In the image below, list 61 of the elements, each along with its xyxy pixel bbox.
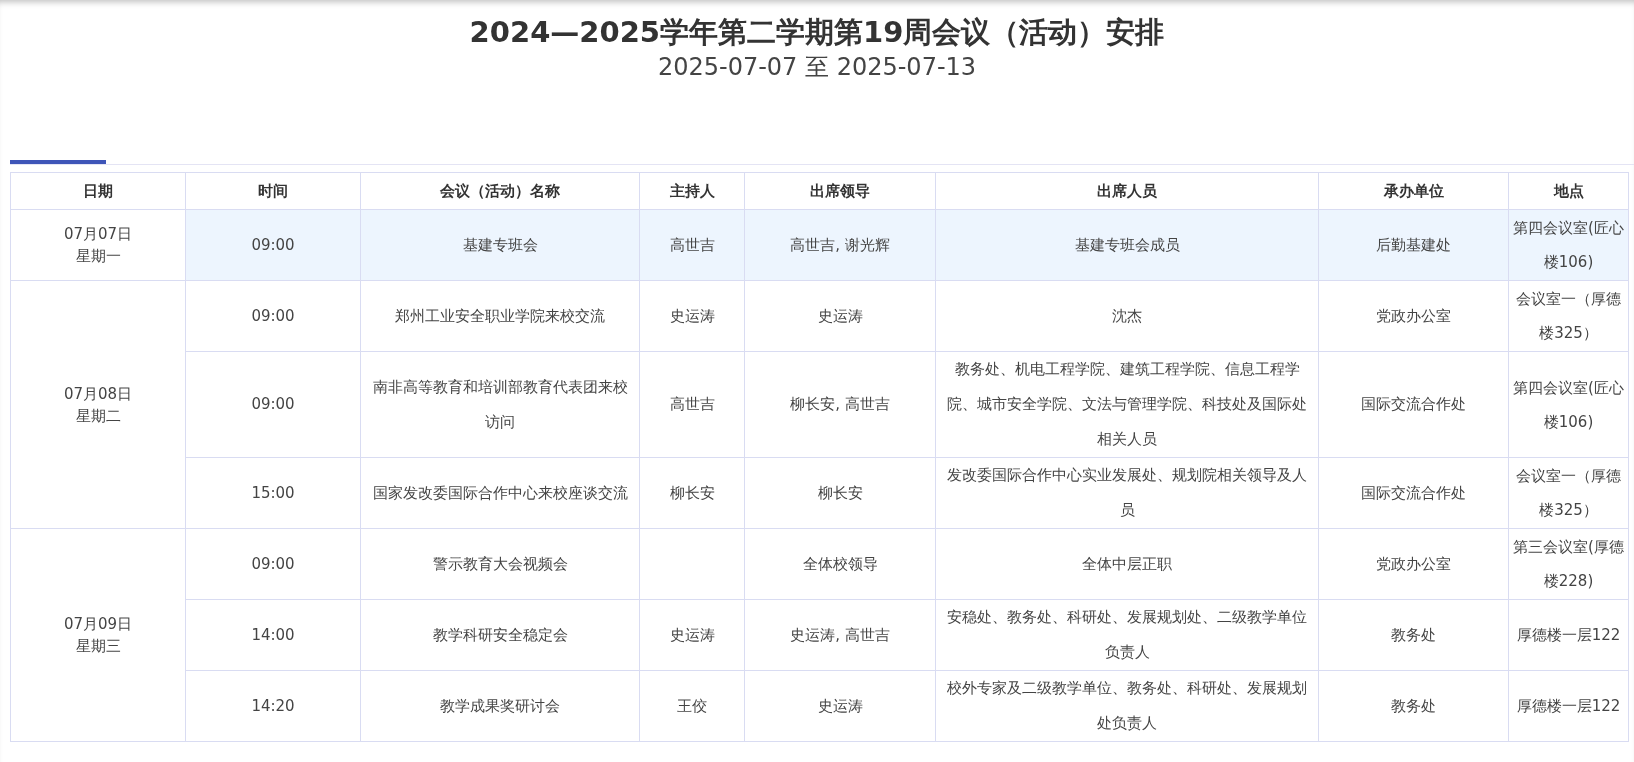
time-cell: 09:00 bbox=[185, 351, 361, 458]
location-cell: 第四会议室(匠心楼106) bbox=[1508, 209, 1629, 281]
meeting-name-cell: 教学成果奖研讨会 bbox=[360, 670, 640, 742]
column-header: 主持人 bbox=[639, 172, 745, 210]
organizer-cell: 国际交流合作处 bbox=[1318, 351, 1509, 458]
location-cell: 厚德楼一层122 bbox=[1508, 599, 1629, 671]
attendees-cell: 全体中层正职 bbox=[935, 528, 1319, 600]
page-title: 2024—2025学年第二学期第19周会议（活动）安排 bbox=[469, 14, 1165, 50]
organizer-cell: 后勤基建处 bbox=[1318, 209, 1509, 281]
date-cell: 07月08日 星期二 bbox=[10, 280, 186, 529]
leaders-cell: 史运涛 bbox=[744, 670, 936, 742]
location-cell: 厚德楼一层122 bbox=[1508, 670, 1629, 742]
host-cell: 高世吉 bbox=[639, 209, 745, 281]
attendees-cell: 安稳处、教务处、科研处、发展规划处、二级教学单位负责人 bbox=[935, 599, 1319, 671]
host-cell: 史运涛 bbox=[639, 280, 745, 352]
location-cell: 第三会议室(厚德楼228) bbox=[1508, 528, 1629, 600]
time-cell: 09:00 bbox=[185, 280, 361, 352]
meeting-name-cell: 南非高等教育和培训部教育代表团来校访问 bbox=[360, 351, 640, 458]
leaders-cell: 史运涛, 高世吉 bbox=[744, 599, 936, 671]
column-header: 地点 bbox=[1508, 172, 1629, 210]
attendees-cell: 校外专家及二级教学单位、教务处、科研处、发展规划处负责人 bbox=[935, 670, 1319, 742]
date-cell: 07月07日 星期一 bbox=[10, 209, 186, 281]
time-cell: 09:00 bbox=[185, 528, 361, 600]
organizer-cell: 党政办公室 bbox=[1318, 528, 1509, 600]
meeting-name-cell: 郑州工业安全职业学院来校交流 bbox=[360, 280, 640, 352]
column-header: 出席人员 bbox=[935, 172, 1319, 210]
organizer-cell: 国际交流合作处 bbox=[1318, 457, 1509, 529]
date-cell: 07月09日 星期三 bbox=[10, 528, 186, 742]
attendees-cell: 沈杰 bbox=[935, 280, 1319, 352]
organizer-cell: 党政办公室 bbox=[1318, 280, 1509, 352]
column-header: 出席领导 bbox=[744, 172, 936, 210]
column-header: 时间 bbox=[185, 172, 361, 210]
date-range: 2025-07-07 至 2025-07-13 bbox=[657, 52, 977, 82]
meeting-name-cell: 国家发改委国际合作中心来校座谈交流 bbox=[360, 457, 640, 529]
meeting-name-cell: 基建专班会 bbox=[360, 209, 640, 281]
time-cell: 15:00 bbox=[185, 457, 361, 529]
attendees-cell: 教务处、机电工程学院、建筑工程学院、信息工程学院、城市安全学院、文法与管理学院、科技处及国际处相关人员 bbox=[935, 351, 1319, 458]
host-cell: 王佼 bbox=[639, 670, 745, 742]
meeting-name-cell: 警示教育大会视频会 bbox=[360, 528, 640, 600]
time-cell: 14:20 bbox=[185, 670, 361, 742]
organizer-cell: 教务处 bbox=[1318, 670, 1509, 742]
meeting-name-cell: 教学科研安全稳定会 bbox=[360, 599, 640, 671]
host-cell: 高世吉 bbox=[639, 351, 745, 458]
organizer-cell: 教务处 bbox=[1318, 599, 1509, 671]
host-cell: 史运涛 bbox=[639, 599, 745, 671]
location-cell: 会议室一（厚德楼325） bbox=[1508, 457, 1629, 529]
host-cell: 柳长安 bbox=[639, 457, 745, 529]
column-header: 日期 bbox=[10, 172, 186, 210]
leaders-cell: 柳长安, 高世吉 bbox=[744, 351, 936, 458]
attendees-cell: 发改委国际合作中心实业发展处、规划院相关领导及人员 bbox=[935, 457, 1319, 529]
leaders-cell: 史运涛 bbox=[744, 280, 936, 352]
leaders-cell: 全体校领导 bbox=[744, 528, 936, 600]
column-header: 承办单位 bbox=[1318, 172, 1509, 210]
attendees-cell: 基建专班会成员 bbox=[935, 209, 1319, 281]
leaders-cell: 高世吉, 谢光辉 bbox=[744, 209, 936, 281]
time-cell: 14:00 bbox=[185, 599, 361, 671]
leaders-cell: 柳长安 bbox=[744, 457, 936, 529]
location-cell: 会议室一（厚德楼325） bbox=[1508, 280, 1629, 352]
time-cell: 09:00 bbox=[185, 209, 361, 281]
column-header: 会议（活动）名称 bbox=[360, 172, 640, 210]
location-cell: 第四会议室(匠心楼106) bbox=[1508, 351, 1629, 458]
